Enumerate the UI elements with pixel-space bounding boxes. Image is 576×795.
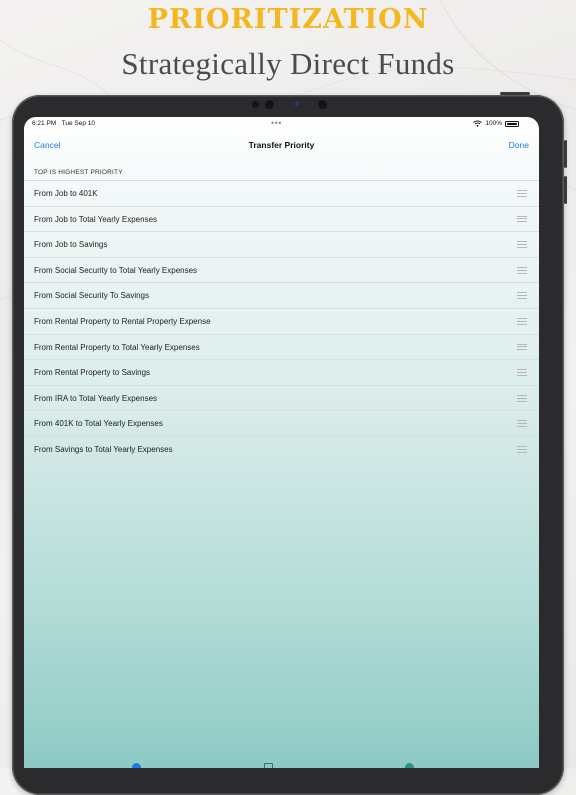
reorder-handle-icon[interactable] (517, 241, 527, 248)
reorder-handle-icon[interactable] (517, 420, 527, 428)
tab-icon-2[interactable] (264, 763, 273, 768)
status-right: 100% (473, 120, 519, 127)
battery-percent: 100% (485, 120, 502, 127)
list-item-label: From Social Security to Total Yearly Exp… (34, 265, 198, 275)
multitask-dots-icon[interactable]: ••• (271, 118, 282, 128)
list-item[interactable]: From IRA to Total Yearly Expenses (24, 384, 539, 411)
list-item-label: From Social Security To Savings (34, 291, 150, 301)
top-button (500, 92, 530, 95)
subheadline: Strategically Direct Funds (121, 46, 455, 81)
list-item-label: From Job to Total Yearly Expenses (34, 214, 158, 224)
app-screen: 6:21 PM Tue Sep 10 ••• 100% Cancel Trans… (24, 117, 539, 768)
wifi-icon (473, 120, 483, 127)
camera-bar (248, 99, 348, 111)
list-item[interactable]: From Savings to Total Yearly Expenses (24, 435, 539, 462)
list-item[interactable]: From Job to 401K (24, 180, 539, 206)
tab-icon-1[interactable] (132, 763, 141, 768)
list-item[interactable]: From Social Security To Savings (24, 282, 539, 308)
list-item-label: From Rental Property to Total Yearly Exp… (34, 342, 200, 352)
reorder-handle-icon[interactable] (517, 343, 527, 351)
status-date: Tue Sep 10 (61, 120, 96, 127)
list-item-label: From Rental Property to Rental Property … (34, 316, 211, 326)
section-header: TOP IS HIGHEST PRIORITY (34, 169, 123, 176)
status-time: 6:21 PM Tue Sep 10 (32, 120, 95, 127)
list-item[interactable]: From Job to Total Yearly Expenses (24, 205, 539, 232)
reorder-handle-icon[interactable] (517, 215, 527, 223)
reorder-handle-icon[interactable] (517, 292, 527, 300)
reorder-handle-icon[interactable] (517, 445, 527, 453)
volume-up-button (564, 140, 567, 168)
reorder-handle-icon[interactable] (517, 369, 527, 376)
battery-icon (505, 120, 519, 127)
reorder-handle-icon[interactable] (517, 190, 527, 197)
list-item-label: From IRA to Total Yearly Expenses (34, 393, 158, 403)
list-item[interactable]: From 401K to Total Yearly Expenses (24, 410, 539, 436)
list-item[interactable]: From Social Security to Total Yearly Exp… (24, 256, 539, 283)
list-item-label: From Job to 401K (34, 189, 98, 198)
navigation-bar: Cancel Transfer Priority Done (24, 131, 539, 157)
status-bar: 6:21 PM Tue Sep 10 ••• 100% (24, 117, 539, 131)
reorder-handle-icon[interactable] (517, 317, 527, 325)
list-item[interactable]: From Rental Property to Rental Property … (24, 307, 539, 334)
page-title: Transfer Priority (248, 140, 315, 150)
priority-list: From Job to 401K From Job to Total Yearly… (24, 180, 539, 462)
list-item[interactable]: From Rental Property to Total Yearly Exp… (24, 333, 539, 360)
list-item-label: From Rental Property to Savings (34, 368, 151, 378)
tab-icon-3[interactable] (405, 763, 414, 768)
list-item-label: From Job to Savings (34, 240, 108, 250)
list-item[interactable]: From Rental Property to Savings (24, 359, 539, 385)
status-time-text: 6:21 PM (32, 120, 57, 127)
list-item[interactable]: From Job to Savings (24, 231, 539, 257)
reorder-handle-icon[interactable] (517, 266, 527, 274)
reorder-handle-icon[interactable] (517, 394, 527, 402)
list-item-label: From Savings to Total Yearly Expenses (34, 444, 173, 454)
volume-down-button (564, 176, 567, 204)
list-item-label: From 401K to Total Yearly Expenses (34, 419, 163, 429)
headline: PRIORITIZATION (147, 4, 429, 35)
done-button[interactable]: Done (509, 140, 529, 150)
